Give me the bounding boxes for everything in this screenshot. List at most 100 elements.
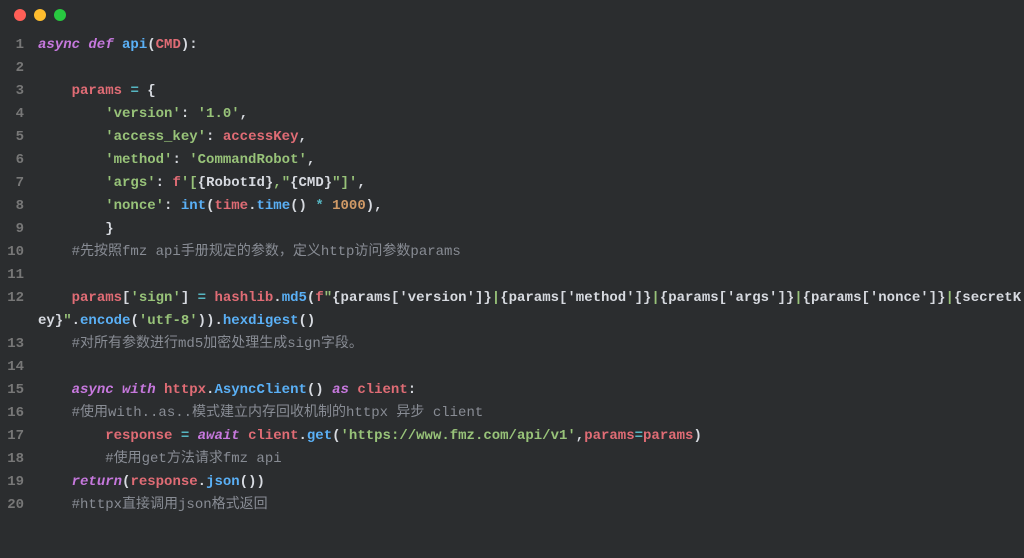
- token-fn: AsyncClient: [214, 382, 306, 398]
- code-line[interactable]: 7 'args': f'[{RobotId},"{CMD}"]',: [0, 172, 1024, 195]
- token-fn: get: [307, 428, 332, 444]
- code-line[interactable]: 1async def api(CMD):: [0, 34, 1024, 57]
- token-punc: :: [172, 152, 189, 168]
- line-number: 18: [0, 448, 34, 471]
- code-line[interactable]: 19 return(response.json()): [0, 471, 1024, 494]
- code-line[interactable]: 2: [0, 57, 1024, 80]
- editor-window: 1async def api(CMD):23 params = {4 'vers…: [0, 0, 1024, 558]
- token-punc: (: [332, 428, 340, 444]
- token-punc: :: [206, 129, 223, 145]
- code-line[interactable]: 20 #httpx直接调用json格式返回: [0, 494, 1024, 517]
- token-cmt: #先按照fmz api手册规定的参数，定义http访问参数params: [72, 244, 461, 260]
- token-cmt: #使用with..as..模式建立内存回收机制的httpx 异步 client: [72, 405, 484, 421]
- code-content[interactable]: async def api(CMD):: [34, 34, 1024, 57]
- code-content[interactable]: 'method': 'CommandRobot',: [34, 149, 1024, 172]
- token-var: params: [72, 290, 122, 306]
- code-line[interactable]: 15 async with httpx.AsyncClient() as cli…: [0, 379, 1024, 402]
- code-line[interactable]: 16 #使用with..as..模式建立内存回收机制的httpx 异步 clie…: [0, 402, 1024, 425]
- code-content[interactable]: #httpx直接调用json格式返回: [34, 494, 1024, 517]
- code-line[interactable]: 14: [0, 356, 1024, 379]
- code-content[interactable]: 'version': '1.0',: [34, 103, 1024, 126]
- token-punc: (: [130, 313, 138, 329]
- token-punc: ()): [240, 474, 265, 490]
- code-line[interactable]: 10 #先按照fmz api手册规定的参数，定义http访问参数params: [0, 241, 1024, 264]
- token-fn: json: [206, 474, 240, 490]
- token-var: httpx: [164, 382, 206, 398]
- token-op: =: [198, 290, 206, 306]
- token-punc: :: [181, 106, 198, 122]
- line-number: 13: [0, 333, 34, 356]
- token-str: |: [651, 290, 659, 306]
- titlebar: [0, 0, 1024, 30]
- line-number: 17: [0, 425, 34, 448]
- token-var: response: [130, 474, 197, 490]
- token-interp: {RobotId}: [198, 175, 274, 191]
- token-str: 'nonce': [105, 198, 164, 214]
- token-cmt: #对所有参数进行md5加密处理生成sign字段。: [72, 336, 363, 352]
- token-fstr: f: [172, 175, 180, 191]
- code-line[interactable]: 4 'version': '1.0',: [0, 103, 1024, 126]
- code-editor[interactable]: 1async def api(CMD):23 params = {4 'vers…: [0, 30, 1024, 517]
- token-interp: {params['method']}: [500, 290, 651, 306]
- token-punc: [324, 198, 332, 214]
- token-fn: int: [181, 198, 206, 214]
- code-content[interactable]: params = {: [34, 80, 1024, 103]
- code-content[interactable]: 'args': f'[{RobotId},"{CMD}"]',: [34, 172, 1024, 195]
- token-str: ": [63, 313, 71, 329]
- token-str: "]': [332, 175, 357, 191]
- code-content[interactable]: async with httpx.AsyncClient() as client…: [34, 379, 1024, 402]
- code-line[interactable]: 5 'access_key': accessKey,: [0, 126, 1024, 149]
- code-line[interactable]: 6 'method': 'CommandRobot',: [0, 149, 1024, 172]
- code-content[interactable]: }: [34, 218, 1024, 241]
- code-line[interactable]: 18 #使用get方法请求fmz api: [0, 448, 1024, 471]
- code-content[interactable]: return(response.json()): [34, 471, 1024, 494]
- token-punc: [172, 428, 180, 444]
- code-content[interactable]: #使用get方法请求fmz api: [34, 448, 1024, 471]
- token-interp: {CMD}: [290, 175, 332, 191]
- token-punc: .: [198, 474, 206, 490]
- code-content[interactable]: #对所有参数进行md5加密处理生成sign字段。: [34, 333, 1024, 356]
- token-cmt: #httpx直接调用json格式返回: [72, 497, 268, 513]
- code-line[interactable]: 17 response = await client.get('https://…: [0, 425, 1024, 448]
- token-punc: ,: [357, 175, 365, 191]
- token-str: |: [492, 290, 500, 306]
- token-interp: {params['args']}: [660, 290, 794, 306]
- close-icon[interactable]: [14, 9, 26, 21]
- code-content[interactable]: response = await client.get('https://www…: [34, 425, 1024, 448]
- line-number: 4: [0, 103, 34, 126]
- token-fn: md5: [282, 290, 307, 306]
- code-line[interactable]: 11: [0, 264, 1024, 287]
- token-punc: )).: [198, 313, 223, 329]
- maximize-icon[interactable]: [54, 9, 66, 21]
- line-number: 3: [0, 80, 34, 103]
- token-punc: ,: [576, 428, 584, 444]
- line-number: 2: [0, 57, 34, 80]
- code-line[interactable]: 12 params['sign'] = hashlib.md5(f"{param…: [0, 287, 1024, 333]
- token-str: '[: [181, 175, 198, 191]
- token-kw: async with: [72, 382, 164, 398]
- token-str: 'version': [105, 106, 181, 122]
- token-punc: ,: [307, 152, 315, 168]
- line-number: 9: [0, 218, 34, 241]
- code-content[interactable]: 'nonce': int(time.time() * 1000),: [34, 195, 1024, 218]
- line-number: 10: [0, 241, 34, 264]
- token-var: CMD: [156, 37, 181, 53]
- code-line[interactable]: 3 params = {: [0, 80, 1024, 103]
- token-punc: [38, 83, 72, 99]
- code-content[interactable]: #先按照fmz api手册规定的参数，定义http访问参数params: [34, 241, 1024, 264]
- token-punc: ): [693, 428, 701, 444]
- code-line[interactable]: 9 }: [0, 218, 1024, 241]
- token-fn: time: [256, 198, 290, 214]
- token-punc: [38, 405, 72, 421]
- code-content[interactable]: #使用with..as..模式建立内存回收机制的httpx 异步 client: [34, 402, 1024, 425]
- code-line[interactable]: 8 'nonce': int(time.time() * 1000),: [0, 195, 1024, 218]
- token-punc: ):: [181, 37, 198, 53]
- token-var: client: [248, 428, 298, 444]
- code-content[interactable]: params['sign'] = hashlib.md5(f"{params['…: [34, 287, 1024, 333]
- minimize-icon[interactable]: [34, 9, 46, 21]
- token-var: response: [105, 428, 172, 444]
- code-content[interactable]: 'access_key': accessKey,: [34, 126, 1024, 149]
- line-number: 11: [0, 264, 34, 287]
- token-var: hashlib: [214, 290, 273, 306]
- code-line[interactable]: 13 #对所有参数进行md5加密处理生成sign字段。: [0, 333, 1024, 356]
